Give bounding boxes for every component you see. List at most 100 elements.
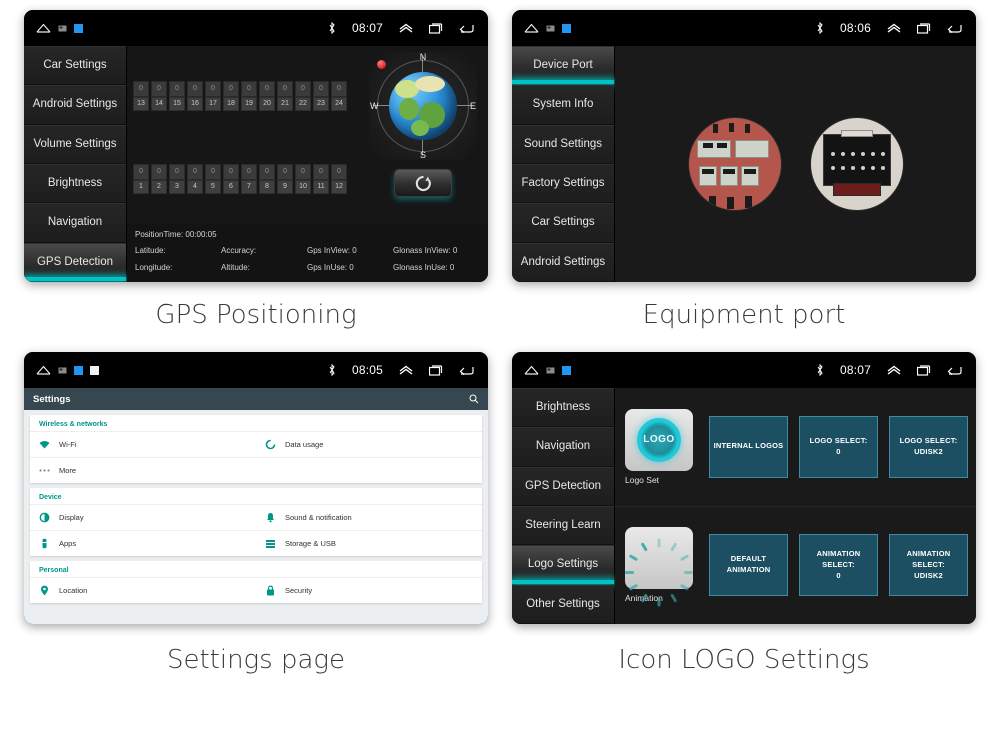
home-icon[interactable] bbox=[36, 23, 51, 33]
search-icon[interactable] bbox=[469, 394, 479, 404]
sidebar-item-navigation[interactable]: Navigation bbox=[512, 427, 614, 467]
settings-row: Apps Storage & USB bbox=[30, 530, 482, 556]
chevron-up-icon[interactable] bbox=[887, 365, 901, 375]
back-icon[interactable] bbox=[947, 365, 962, 376]
settings-item-location[interactable]: Location bbox=[30, 577, 256, 603]
satellite-id: 7 bbox=[241, 179, 257, 194]
settings-list: Wireless & networks Wi-Fi Data usage More De… bbox=[24, 410, 488, 624]
satellite-bars-bottom: 000000000000 bbox=[133, 163, 358, 180]
logo-select-udisk2-button[interactable]: LOGO SELECT: UDISK2 bbox=[889, 415, 968, 478]
settings-item-security[interactable]: Security bbox=[256, 577, 482, 603]
sidebar-item-gps-detection[interactable]: GPS Detection bbox=[24, 242, 126, 282]
recents-icon[interactable] bbox=[917, 22, 931, 34]
lock-icon bbox=[265, 585, 276, 596]
bluetooth-icon[interactable] bbox=[328, 22, 336, 34]
settings-item-wi-fi[interactable]: Wi-Fi bbox=[30, 431, 256, 457]
sidebar-item-steering-learn[interactable]: Steering Learn bbox=[512, 505, 614, 546]
satellite-bar: 0 bbox=[241, 80, 257, 97]
gps-nav-list: Car Settings Android Settings Volume Set… bbox=[24, 46, 127, 282]
sidebar-item-car-settings[interactable]: Car Settings bbox=[512, 203, 614, 243]
satellite-bar: 0 bbox=[205, 80, 221, 97]
recents-icon[interactable] bbox=[429, 22, 443, 34]
nav-label: Brightness bbox=[535, 401, 591, 414]
sidebar-item-factory-settings[interactable]: Factory Settings bbox=[512, 163, 614, 204]
rear-panel-connector-photo bbox=[810, 118, 903, 210]
settings-item-more[interactable]: More bbox=[30, 457, 256, 483]
sidebar-item-android-settings[interactable]: Android Settings bbox=[24, 85, 126, 125]
satellite-ids-top: 13 14 15 16 17 18 19 20 21 22 23 24 bbox=[133, 96, 358, 111]
satellite-id: 14 bbox=[151, 96, 167, 111]
harness-connector-photo bbox=[688, 118, 781, 210]
home-icon[interactable] bbox=[524, 23, 539, 33]
gps-inview-value: Gps InView: 0 bbox=[307, 246, 357, 255]
sidebar-item-other-settings[interactable]: Other Settings bbox=[512, 584, 614, 624]
internal-logos-button[interactable]: INTERNAL LOGOS bbox=[709, 415, 788, 478]
settings-item-storage-usb[interactable]: Storage & USB bbox=[256, 530, 482, 556]
back-icon[interactable] bbox=[947, 23, 962, 34]
satellite-bar: 0 bbox=[133, 163, 149, 180]
satellite-id: 13 bbox=[133, 96, 149, 111]
back-icon[interactable] bbox=[459, 365, 474, 376]
bluetooth-icon[interactable] bbox=[816, 22, 824, 34]
settings-row: Wi-Fi Data usage bbox=[30, 431, 482, 457]
sidebar-item-system-info[interactable]: System Info bbox=[512, 85, 614, 125]
settings-item-display[interactable]: Display bbox=[30, 504, 256, 530]
status-bar-right-icons: 08:05 bbox=[328, 352, 474, 388]
data-usage-icon bbox=[265, 439, 276, 450]
sd-card-icon[interactable] bbox=[546, 24, 555, 33]
satellite-id: 21 bbox=[277, 96, 293, 111]
sidebar-item-car-settings[interactable]: Car Settings bbox=[24, 46, 126, 86]
logo-preview-button[interactable]: LOGO bbox=[625, 408, 693, 471]
sd-card-icon[interactable] bbox=[58, 366, 67, 375]
satellite-id: 4 bbox=[187, 179, 203, 194]
home-icon[interactable] bbox=[36, 365, 51, 375]
satellite-id: 2 bbox=[151, 179, 167, 194]
satellite-bar: 0 bbox=[277, 80, 293, 97]
logo-preview-icon: LOGO bbox=[637, 417, 681, 462]
sidebar-item-sound-settings[interactable]: Sound Settings bbox=[512, 124, 614, 164]
nav-label: Volume Settings bbox=[33, 137, 117, 150]
caption-settings-page: Settings page bbox=[166, 645, 346, 675]
compass-west-label: W bbox=[370, 101, 379, 111]
sd-card-icon[interactable] bbox=[546, 366, 555, 375]
refresh-button[interactable] bbox=[394, 169, 452, 197]
chevron-up-icon[interactable] bbox=[399, 365, 413, 375]
logo-select-0-button[interactable]: LOGO SELECT: 0 bbox=[799, 415, 878, 478]
animation-select-udisk2-button[interactable]: ANIMATION SELECT: UDISK2 bbox=[889, 534, 968, 597]
sidebar-item-logo-settings[interactable]: Logo Settings bbox=[512, 545, 614, 585]
back-icon[interactable] bbox=[459, 23, 474, 34]
sidebar-item-device-port[interactable]: Device Port bbox=[512, 46, 614, 86]
default-animation-button[interactable]: DEFAULT ANIMATION bbox=[709, 534, 788, 597]
settings-item-empty bbox=[256, 457, 482, 483]
nav-label: Car Settings bbox=[531, 216, 595, 229]
gps-positioning-device: 08:07 Car Settings Android Settings Volu… bbox=[24, 10, 488, 282]
settings-card: Device Display Sound & notification Apps Sto… bbox=[30, 488, 482, 556]
recents-icon[interactable] bbox=[429, 364, 443, 376]
animation-select-0-button[interactable]: ANIMATION SELECT: 0 bbox=[799, 534, 878, 597]
animation-preview-button[interactable] bbox=[625, 527, 693, 607]
sidebar-item-volume-settings[interactable]: Volume Settings bbox=[24, 124, 126, 164]
settings-item-apps[interactable]: Apps bbox=[30, 530, 256, 556]
apps-icon bbox=[39, 538, 50, 549]
sidebar-item-brightness[interactable]: Brightness bbox=[512, 388, 614, 428]
sidebar-item-brightness[interactable]: Brightness bbox=[24, 163, 126, 204]
chevron-up-icon[interactable] bbox=[399, 23, 413, 33]
compass-north-label: N bbox=[419, 52, 427, 62]
nav-label: Other Settings bbox=[526, 597, 600, 610]
bluetooth-icon[interactable] bbox=[816, 364, 824, 376]
settings-item-sound-notification[interactable]: Sound & notification bbox=[256, 504, 482, 530]
sidebar-item-gps-detection[interactable]: GPS Detection bbox=[512, 466, 614, 506]
settings-item-data-usage[interactable]: Data usage bbox=[256, 431, 482, 457]
more-icon bbox=[39, 465, 50, 476]
home-icon[interactable] bbox=[524, 365, 539, 375]
bluetooth-icon[interactable] bbox=[328, 364, 336, 376]
status-time: 08:06 bbox=[839, 21, 871, 35]
sd-card-icon[interactable] bbox=[58, 24, 67, 33]
chevron-up-icon[interactable] bbox=[887, 23, 901, 33]
sidebar-item-android-settings[interactable]: Android Settings bbox=[512, 242, 614, 282]
sidebar-item-navigation[interactable]: Navigation bbox=[24, 203, 126, 243]
status-bar-left-icons bbox=[524, 23, 571, 33]
satellite-bar: 0 bbox=[151, 163, 167, 180]
recents-icon[interactable] bbox=[917, 364, 931, 376]
nav-label: Android Settings bbox=[520, 255, 606, 268]
